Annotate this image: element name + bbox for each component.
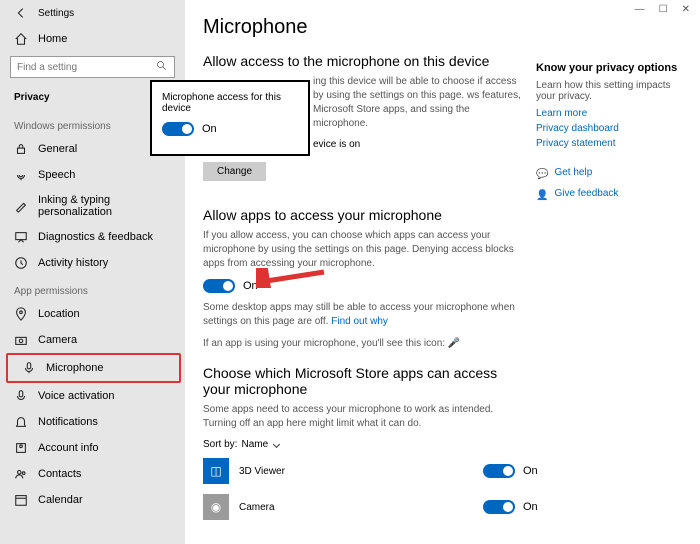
privacy-desc: Learn how this setting impacts your priv… [536,80,686,102]
sidebar-item-activity[interactable]: Activity history [0,250,185,276]
sort-by[interactable]: Sort by: Name [203,439,563,450]
sidebar-item-calendar[interactable]: Calendar [0,487,185,513]
get-help-link[interactable]: Get help [554,167,592,178]
camera-toggle[interactable] [483,500,515,514]
chevron-down-icon [273,441,280,448]
app-row-camera: ◉ Camera On [203,494,563,520]
sidebar-item-contacts[interactable]: Contacts [0,461,185,487]
device-access-toggle[interactable] [162,122,194,136]
help-icon: 💬 [536,169,548,180]
lock-icon [14,142,28,156]
privacy-heading: Know your privacy options [536,62,686,74]
section2-note: Some desktop apps may still be able to a… [203,301,523,329]
privacy-dashboard-link[interactable]: Privacy dashboard [536,123,686,134]
3dviewer-icon: ◫ [203,458,229,484]
home-label: Home [38,33,67,45]
sidebar-item-speech[interactable]: Speech [0,162,185,188]
account-icon [14,441,28,455]
home-icon [14,32,28,46]
camera-icon [14,333,28,347]
home-button[interactable]: Home [0,26,185,52]
mic-indicator-icon: 🎤 [448,338,460,349]
bell-icon [14,415,28,429]
sidebar-item-location[interactable]: Location [0,301,185,327]
pen-icon [14,199,28,213]
sidebar-item-microphone[interactable]: Microphone [6,353,181,383]
change-button[interactable]: Change [203,162,266,181]
microphone-icon [22,361,36,375]
search-icon [156,60,168,75]
page-title: Microphone [203,16,686,39]
contacts-icon [14,467,28,481]
history-icon [14,256,28,270]
app-row-3d-viewer: ◫ 3D Viewer On [203,458,563,484]
sidebar-item-diagnostics[interactable]: Diagnostics & feedback [0,224,185,250]
annotation-arrow-2 [256,268,326,288]
subhead-app-permissions: App permissions [0,276,185,301]
privacy-statement-link[interactable]: Privacy statement [536,138,686,149]
section3-heading: Choose which Microsoft Store apps can ac… [203,365,523,397]
sidebar-item-notifications[interactable]: Notifications [0,409,185,435]
back-icon[interactable] [14,6,28,20]
calendar-icon [14,493,28,507]
privacy-sidebar: Know your privacy options Learn how this… [536,62,686,209]
section1-heading: Allow access to the microphone on this d… [203,53,563,69]
search-input[interactable] [10,56,175,78]
feedback-icon [14,230,28,244]
location-icon [14,307,28,321]
device-access-state: On [202,123,217,135]
camera-app-icon: ◉ [203,494,229,520]
device-access-popup: Microphone access for this device On [150,80,310,156]
maximize-button[interactable]: ☐ [659,4,668,15]
sidebar-item-voice-activation[interactable]: Voice activation [0,383,185,409]
sidebar-item-camera[interactable]: Camera [0,327,185,353]
3dviewer-toggle[interactable] [483,464,515,478]
search-field[interactable] [17,57,156,77]
give-feedback-link[interactable]: Give feedback [554,188,618,199]
minimize-button[interactable]: — [635,4,645,15]
voice-icon [14,389,28,403]
learn-more-link[interactable]: Learn more [536,108,686,119]
section3-desc: Some apps need to access your microphone… [203,403,523,431]
close-button[interactable]: ✕ [682,4,690,15]
section2-using: If an app is using your microphone, you'… [203,337,523,351]
speech-icon [14,168,28,182]
find-out-why-link[interactable]: Find out why [331,316,388,327]
sidebar-item-inking[interactable]: Inking & typing personalization [0,188,185,224]
popup-text: Microphone access for this device [162,92,298,114]
section2-heading: Allow apps to access your microphone [203,207,563,223]
feedback-icon2: 👤 [536,190,548,201]
sidebar-item-account-info[interactable]: Account info [0,435,185,461]
window-title: Settings [38,8,74,19]
section2-desc: If you allow access, you can choose whic… [203,229,523,271]
apps-access-toggle[interactable] [203,279,235,293]
